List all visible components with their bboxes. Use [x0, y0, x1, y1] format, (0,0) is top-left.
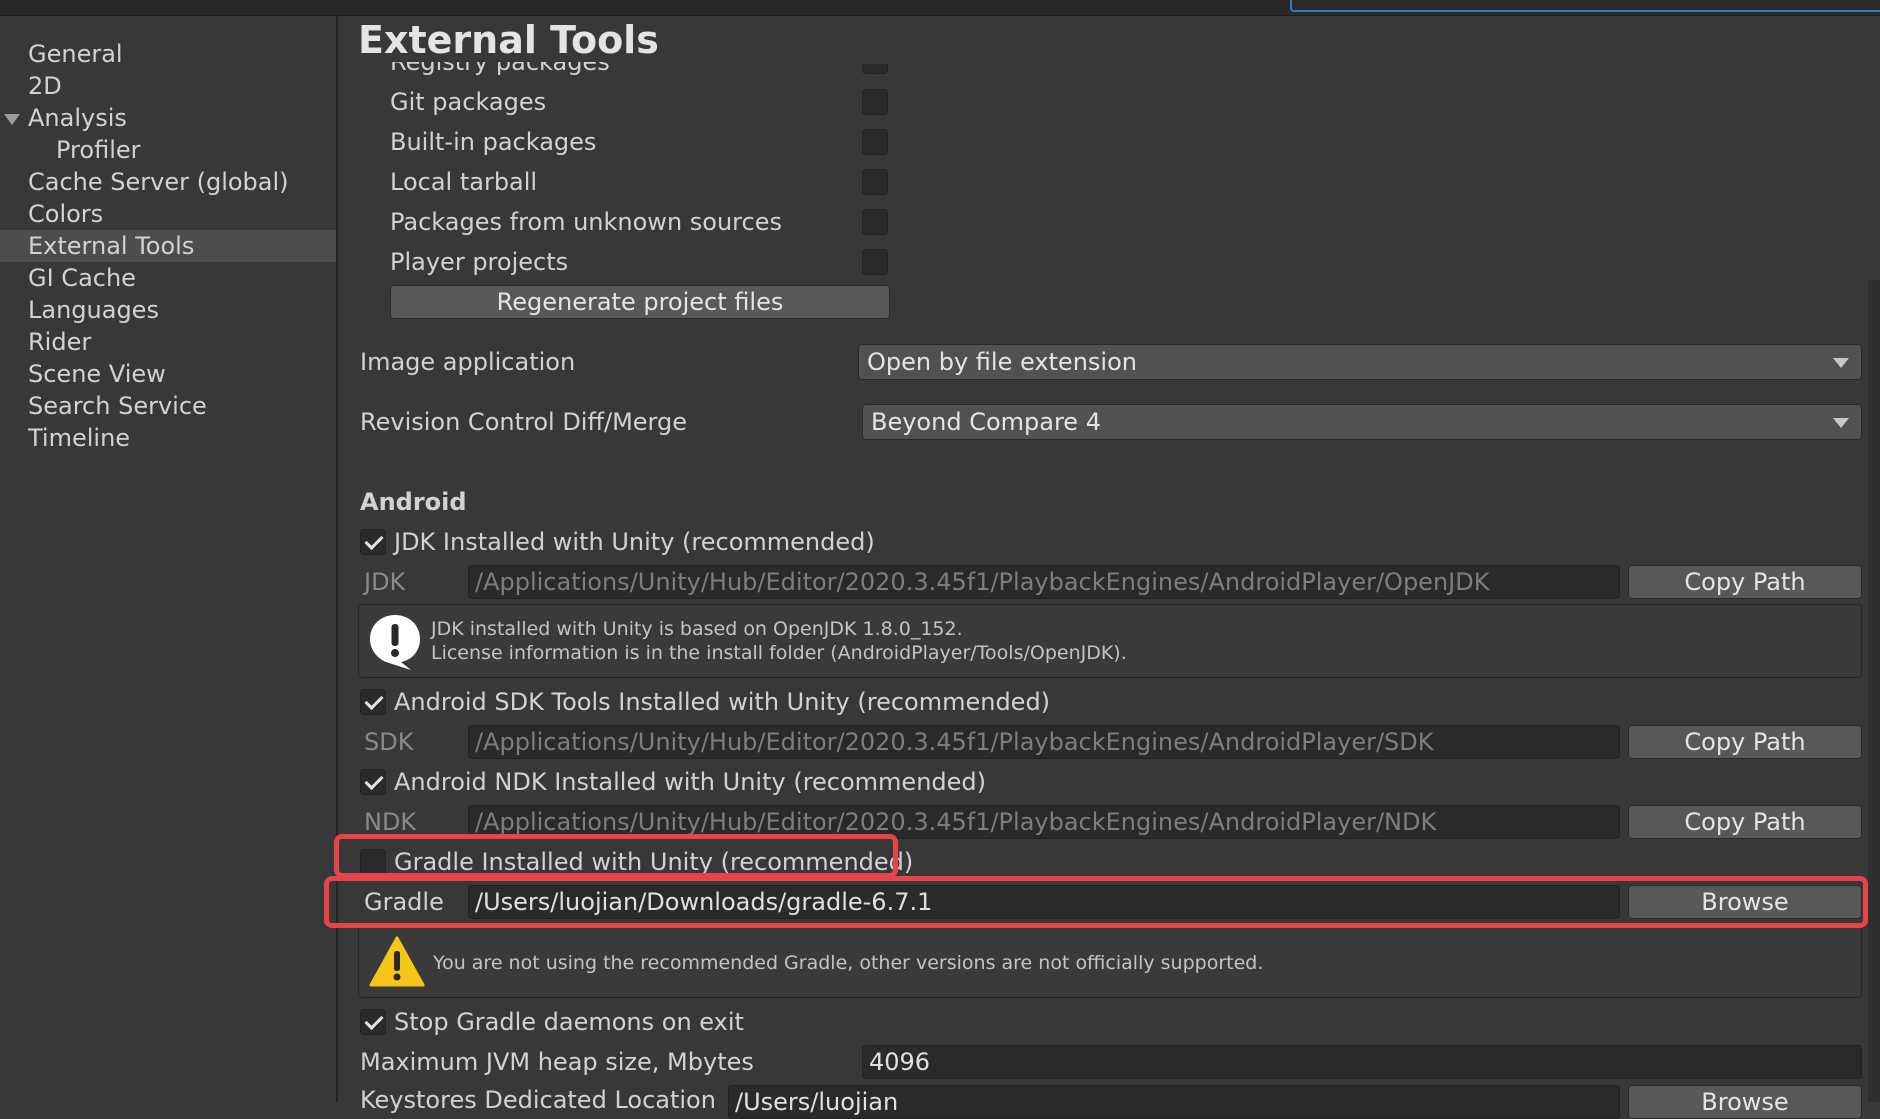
sidebar-item-languages[interactable]: Languages — [0, 294, 336, 326]
sidebar-item-analysis[interactable]: Analysis — [0, 102, 336, 134]
search-input[interactable] — [1290, 0, 1880, 12]
jdk-info-line2: License information is in the install fo… — [431, 642, 1127, 664]
sidebar-item-profiler[interactable]: Profiler — [0, 134, 336, 166]
sidebar-item-cache-server[interactable]: Cache Server (global) — [0, 166, 336, 198]
jdk-copy-path-button[interactable]: Copy Path — [1628, 565, 1862, 599]
jdk-field-label: JDK — [364, 568, 406, 596]
gradle-path-field[interactable]: /Users/luojian/Downloads/gradle-6.7.1 — [468, 885, 1620, 919]
local-tarball-checkbox[interactable] — [862, 169, 888, 195]
revision-control-dropdown[interactable]: Beyond Compare 4 — [862, 404, 1862, 440]
gradle-browse-button[interactable]: Browse — [1628, 885, 1862, 919]
sdk-path-field[interactable]: /Applications/Unity/Hub/Editor/2020.3.45… — [468, 725, 1620, 759]
git-packages-checkbox[interactable] — [862, 89, 888, 115]
jvm-heap-label: Maximum JVM heap size, Mbytes — [360, 1048, 754, 1076]
stop-gradle-daemons-label: Stop Gradle daemons on exit — [394, 1008, 744, 1036]
sidebar-item-general[interactable]: General — [0, 38, 336, 70]
unknown-sources-checkbox[interactable] — [862, 209, 888, 235]
ndk-field-label: NDK — [364, 808, 417, 836]
built-in-packages-checkbox[interactable] — [862, 129, 888, 155]
gradle-warning-text: You are not using the recommended Gradle… — [433, 952, 1264, 974]
regenerate-project-files-button[interactable]: Regenerate project files — [390, 285, 890, 319]
ndk-path-field[interactable]: /Applications/Unity/Hub/Editor/2020.3.45… — [468, 805, 1620, 839]
sidebar-item-gi-cache[interactable]: GI Cache — [0, 262, 336, 294]
stop-gradle-daemons-checkbox[interactable] — [360, 1009, 386, 1035]
image-application-dropdown[interactable]: Open by file extension — [858, 344, 1862, 380]
jdk-installed-checkbox[interactable] — [360, 529, 386, 555]
ndk-installed-checkbox[interactable] — [360, 769, 386, 795]
local-tarball-label: Local tarball — [390, 168, 538, 196]
jdk-info-line1: JDK installed with Unity is based on Ope… — [431, 618, 963, 640]
ndk-copy-path-button[interactable]: Copy Path — [1628, 805, 1862, 839]
vertical-scrollbar[interactable] — [1868, 280, 1880, 1102]
chevron-down-icon — [1833, 358, 1849, 368]
gradle-installed-label: Gradle Installed with Unity (recommended… — [394, 848, 914, 876]
player-projects-label: Player projects — [390, 248, 569, 276]
gradle-warning-box: You are not using the recommended Gradle… — [358, 926, 1862, 998]
keystores-browse-button[interactable]: Browse — [1628, 1085, 1862, 1119]
jvm-heap-input[interactable]: 4096 — [862, 1045, 1862, 1079]
jdk-installed-label: JDK Installed with Unity (recommended) — [394, 528, 875, 556]
sdk-installed-label: Android SDK Tools Installed with Unity (… — [394, 688, 1051, 716]
sidebar-item-2d[interactable]: 2D — [0, 70, 336, 102]
keystores-location-label: Keystores Dedicated Location — [360, 1086, 716, 1114]
ndk-installed-label: Android NDK Installed with Unity (recomm… — [394, 768, 987, 796]
jdk-path-field[interactable]: /Applications/Unity/Hub/Editor/2020.3.45… — [468, 565, 1620, 599]
page-title: External Tools — [358, 18, 659, 62]
unknown-sources-label: Packages from unknown sources — [390, 208, 782, 236]
revision-control-value: Beyond Compare 4 — [871, 408, 1101, 436]
warning-triangle-icon — [369, 936, 425, 987]
sidebar-item-scene-view[interactable]: Scene View — [0, 358, 336, 390]
chevron-down-icon — [1833, 418, 1849, 428]
player-projects-checkbox[interactable] — [862, 249, 888, 275]
sidebar-item-search-service[interactable]: Search Service — [0, 390, 336, 422]
sidebar-item-colors[interactable]: Colors — [0, 198, 336, 230]
sdk-copy-path-button[interactable]: Copy Path — [1628, 725, 1862, 759]
sdk-field-label: SDK — [364, 728, 414, 756]
git-packages-label: Git packages — [390, 88, 547, 116]
info-exclamation-icon — [370, 615, 420, 670]
expand-triangle-icon[interactable] — [4, 114, 20, 125]
gradle-installed-checkbox[interactable] — [360, 849, 386, 875]
image-application-value: Open by file extension — [867, 348, 1137, 376]
gradle-field-label: Gradle — [364, 888, 444, 916]
android-section-heading: Android — [360, 488, 467, 516]
image-application-label: Image application — [360, 348, 576, 376]
sdk-installed-checkbox[interactable] — [360, 689, 386, 715]
keystores-location-input[interactable]: /Users/luojian — [728, 1085, 1620, 1119]
sidebar-item-external-tools[interactable]: External Tools — [0, 230, 336, 262]
sidebar-item-timeline[interactable]: Timeline — [0, 422, 336, 454]
jdk-info-box: JDK installed with Unity is based on Ope… — [358, 604, 1862, 678]
revision-control-label: Revision Control Diff/Merge — [360, 408, 687, 436]
sidebar: General 2D Analysis Profiler Cache Serve… — [0, 16, 338, 1102]
sidebar-item-rider[interactable]: Rider — [0, 326, 336, 358]
built-in-packages-label: Built-in packages — [390, 128, 597, 156]
